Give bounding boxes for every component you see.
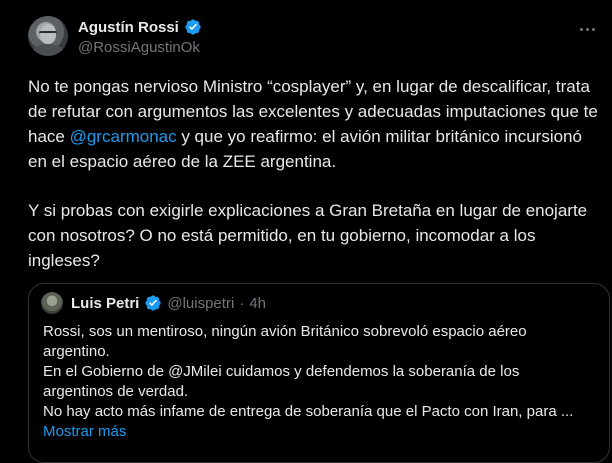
quoted-line-3: No hay acto más infame de entrega de sob… bbox=[43, 403, 574, 420]
quoted-tweet-time: 4h bbox=[249, 294, 266, 312]
quoted-author-handle: @luispetri bbox=[167, 294, 235, 312]
more-options-icon[interactable] bbox=[576, 18, 598, 40]
tweet-body: No te pongas nervioso Ministro “cosplaye… bbox=[28, 74, 600, 273]
author-name[interactable]: Agustín Rossi bbox=[78, 19, 179, 36]
quoted-tweet-body: Rossi, sos un mentiroso, ningún avión Br… bbox=[43, 322, 588, 442]
quoted-tweet[interactable]: Luis Petri @luispetri · 4h Rossi, sos un… bbox=[28, 283, 610, 463]
quoted-line-2: En el Gobierno de @JMilei cuidamos y def… bbox=[43, 363, 520, 400]
quoted-tweet-header: Luis Petri @luispetri · 4h bbox=[41, 292, 266, 314]
separator-dot: · bbox=[239, 294, 245, 312]
tweet-paragraph-2: Y si probas con exigirle explicaciones a… bbox=[28, 201, 588, 270]
author-name-row: Agustín Rossi bbox=[78, 18, 202, 36]
verified-badge-icon bbox=[145, 295, 162, 311]
author-avatar[interactable] bbox=[28, 16, 68, 56]
quoted-line-1: Rossi, sos un mentiroso, ningún avión Br… bbox=[43, 323, 527, 360]
author-handle[interactable]: @RossiAgustinOk bbox=[78, 39, 200, 56]
quoted-author-name: Luis Petri bbox=[71, 294, 140, 312]
mention-link[interactable]: @grcarmonac bbox=[70, 127, 177, 146]
verified-badge-icon bbox=[185, 19, 201, 35]
show-more-link[interactable]: Mostrar más bbox=[43, 422, 588, 442]
quoted-author-avatar[interactable] bbox=[41, 292, 63, 314]
tweet-paragraph-1: No te pongas nervioso Ministro “cosplaye… bbox=[28, 74, 600, 174]
tweet-header: Agustín Rossi @RossiAgustinOk bbox=[28, 14, 598, 62]
